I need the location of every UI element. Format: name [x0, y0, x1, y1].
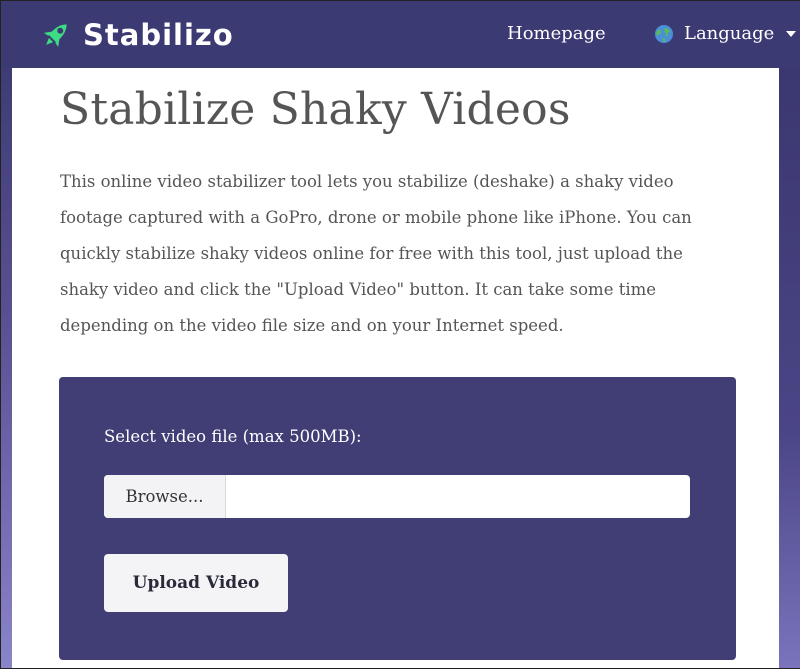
rocket-icon	[43, 24, 67, 48]
globe-icon	[655, 24, 673, 43]
browse-button[interactable]: Browse...	[104, 475, 226, 518]
video-file-input[interactable]: Browse...	[104, 475, 690, 518]
right-window-edge	[779, 68, 800, 669]
caret-down-icon	[786, 30, 797, 37]
nav-homepage-link[interactable]: Homepage	[507, 23, 606, 44]
intro-paragraph: This online video stabilizer tool lets y…	[60, 172, 692, 335]
site-header: Stabilizo Homepage Language	[0, 0, 800, 68]
left-window-edge	[0, 68, 12, 669]
file-input-label: Select video file (max 500MB):	[104, 427, 362, 446]
selected-file-name[interactable]	[226, 475, 690, 518]
language-dropdown[interactable]: Language	[654, 23, 797, 44]
main-content: Stabilize Shaky Videos This online video…	[12, 68, 779, 668]
site-logo[interactable]: Stabilizo	[39, 15, 234, 55]
upload-form-panel: Select video file (max 500MB): Browse...…	[59, 377, 736, 660]
page-title: Stabilize Shaky Videos	[60, 84, 571, 135]
language-label: Language	[684, 23, 775, 44]
brand-name: Stabilizo	[83, 18, 234, 52]
upload-video-button[interactable]: Upload Video	[104, 554, 288, 612]
